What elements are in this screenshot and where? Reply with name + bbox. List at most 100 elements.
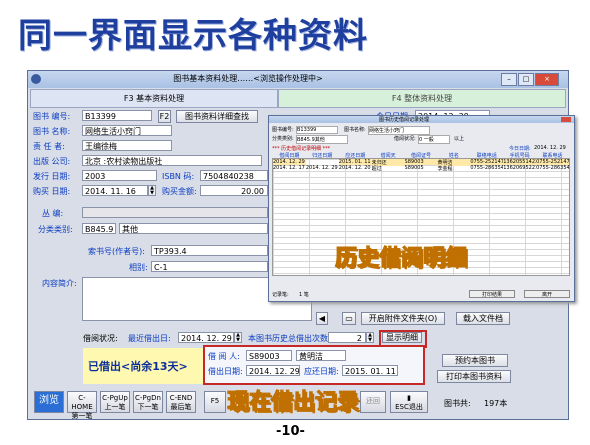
total-value: 197本	[484, 399, 508, 408]
history-today-label: 今日日期:	[509, 146, 531, 152]
exit-button[interactable]: ▮ ESC退出	[390, 391, 428, 413]
borrow-date-label: 借出日期:	[208, 367, 243, 376]
due-date-field: 2015. 01. 11	[342, 365, 398, 376]
print-book-info-button[interactable]: 打印本图书资料	[437, 370, 511, 383]
history-book-name-label: 图书名称:	[344, 127, 366, 133]
history-table-cell: 0755-28635418	[470, 165, 504, 171]
author-field[interactable]: 王编徐梅	[82, 140, 172, 151]
history-titlebar: 图书历史借阅记录处理	[269, 116, 574, 123]
history-book-name: 网络生活小窍门	[368, 126, 430, 135]
purchase-amount-field[interactable]: 20.00	[200, 185, 268, 196]
publisher-field[interactable]: 北京 :农村读物出版社	[82, 155, 262, 166]
tab-overall[interactable]: F4 整体资料处理	[278, 89, 566, 108]
author-label: 责 任 者:	[33, 142, 65, 151]
history-count-label: 本图书历史总借出次数:	[248, 334, 331, 343]
minimize-icon[interactable]: –	[501, 73, 517, 86]
history-table-cell: 13620695221	[503, 165, 537, 171]
history-table-cell: S89005	[404, 165, 424, 171]
f5-button[interactable]: F5	[204, 391, 226, 413]
category-code-field[interactable]: B845.9	[82, 223, 116, 234]
next-record-button[interactable]: C-PgDn 下一笔	[133, 391, 163, 413]
history-col-header: 借阅证号	[410, 153, 431, 159]
purchase-date-field[interactable]: 2014. 11. 16	[82, 185, 148, 196]
maximize-icon[interactable]: □	[518, 73, 534, 86]
history-borrow-count: 0 一般	[418, 135, 450, 144]
history-book-no: B13399	[296, 126, 338, 134]
borrower-name-field: 黄明洁	[296, 350, 346, 361]
window-title: 图书基本资料处理……<浏览操作处理中>	[173, 74, 323, 83]
show-detail-button[interactable]: 显示明细	[382, 332, 422, 343]
category-label: 分类类别:	[38, 225, 73, 234]
history-table-cell: 2014. 12. 29	[305, 165, 338, 171]
borrow-status-label: 借阅状况:	[83, 334, 118, 343]
door-icon: ▮	[407, 394, 411, 402]
history-close-icon[interactable]	[561, 117, 571, 122]
history-table-cell: 李金程	[437, 166, 453, 172]
browse-mode-button[interactable]: 浏览	[34, 391, 64, 413]
series-field[interactable]	[82, 207, 268, 218]
last-borrow-spinner[interactable]: ▲ ▼	[234, 332, 242, 343]
load-file-button[interactable]: 载入文件档	[456, 312, 510, 325]
scroll-left-icon[interactable]: ◀	[316, 312, 328, 325]
last-borrow-label: 最近借出日:	[128, 334, 171, 343]
open-attachment-folder-button[interactable]: 开启附件文件夹(O)	[361, 312, 445, 325]
history-col-header: 联系电话	[542, 153, 563, 159]
due-date-label: 应还日期:	[304, 367, 339, 376]
release-date-field[interactable]: 2003	[82, 170, 157, 181]
last-borrow-date-field: 2014. 12. 29	[178, 332, 234, 343]
purchase-date-spinner[interactable]: ▲ ▼	[148, 185, 156, 196]
history-col-header: 应还日期	[345, 153, 366, 159]
reserve-book-button[interactable]: 预约本图书	[442, 354, 508, 367]
history-col-header: 姓名	[448, 153, 459, 159]
folder-icon[interactable]: ▭	[342, 312, 356, 325]
book-no-label: 图书 编号:	[33, 112, 71, 121]
history-print-button[interactable]: 打印结果	[469, 290, 515, 298]
callout-current-borrow-wrap: 现在借出记录	[226, 384, 374, 416]
borrow-date-field: 2014. 12. 29	[246, 365, 300, 376]
prev-record-button[interactable]: C-PgUp 上一笔	[100, 391, 130, 413]
tab-basic[interactable]: F3 基本资料处理	[30, 89, 278, 108]
next-label: 下一笔	[137, 403, 159, 411]
callout-history-detail: 历史借阅明细	[334, 246, 468, 272]
history-table-cell: 超过	[371, 166, 382, 172]
shelf-field[interactable]: C-1	[151, 261, 268, 272]
last-record-button[interactable]: C-END 最后笔	[166, 391, 196, 413]
history-table-cell: 2014. 12. 20	[338, 165, 371, 171]
history-col-header: 联络电话	[476, 153, 497, 159]
book-name-field[interactable]: 网络生活小窍门	[82, 125, 172, 136]
first-record-button[interactable]: C-HOME 第一笔	[67, 391, 97, 420]
history-count-spinner[interactable]: ▲ ▼	[366, 332, 374, 343]
close-icon[interactable]: ×	[535, 73, 559, 86]
book-no-field[interactable]: B13399	[82, 110, 152, 121]
f2-button[interactable]: F2	[158, 110, 171, 123]
exit-label: ESC退出	[395, 403, 423, 411]
history-category-label: 分类类别:	[272, 136, 294, 142]
history-section-label: *** 历史借阅记录明细 ***	[272, 146, 331, 152]
call-no-field[interactable]: TP393.4	[151, 245, 268, 256]
shelf-label: 相别:	[129, 263, 148, 272]
callout-current-borrow: 现在借出记录	[226, 390, 360, 416]
page-number: -10-	[276, 424, 305, 439]
detail-search-button[interactable]: 图书资料详细查找	[176, 110, 258, 123]
purchase-amount-label: 购买金额:	[162, 187, 197, 196]
first-key-label: C-HOME	[71, 394, 93, 411]
history-col-header: 借阅天	[380, 153, 396, 159]
last-label: 最后笔	[170, 403, 192, 411]
borrower-id-field: S89003	[246, 350, 292, 361]
category-name-field[interactable]: 其他	[119, 223, 268, 234]
history-close-button[interactable]: 离开	[524, 290, 570, 298]
history-table-cell: 2014. 12. 17	[273, 165, 305, 171]
summary-label: 内容简介:	[42, 279, 77, 288]
first-label: 第一笔	[71, 412, 93, 420]
borrow-status-text: 已借出<尚余13天>	[88, 360, 188, 373]
isbn-field[interactable]: 7504840238	[200, 170, 268, 181]
history-borrow-count-label: 借阅状况:	[394, 136, 416, 142]
book-name-label: 图书 名称:	[33, 127, 71, 136]
publisher-label: 出版 公司:	[33, 157, 71, 166]
next-key-label: C-PgDn	[135, 394, 161, 402]
history-col-header: 手机号码	[509, 153, 530, 159]
borrow-history-window: 图书历史借阅记录处理 图书编号: B13399 图书名称: 网络生活小窍门 分类…	[268, 115, 575, 302]
history-table-cell: 0755-28635418	[536, 165, 569, 171]
borrower-label: 借 阅 人:	[208, 352, 240, 361]
history-window-title: 图书历史借阅记录处理	[379, 117, 430, 123]
